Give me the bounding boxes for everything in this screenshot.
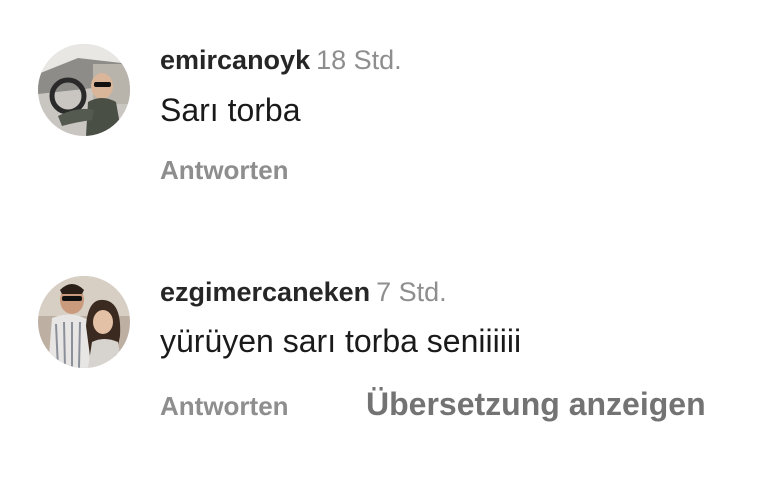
- comment-text: yürüyen sarı torba seniiiiii: [160, 323, 522, 359]
- comment-item: ezgimercaneken 7 Std. yürüyen sarı torba …: [0, 0, 770, 479]
- comment-header: ezgimercaneken 7 Std.: [160, 276, 447, 308]
- username[interactable]: ezgimercaneken: [160, 277, 370, 307]
- avatar[interactable]: [38, 276, 130, 368]
- show-translation-button[interactable]: Übersetzung anzeigen: [366, 386, 706, 422]
- profile-photo-couple-icon: [38, 276, 130, 368]
- reply-button[interactable]: Antworten: [160, 390, 289, 422]
- timestamp: 7 Std.: [376, 277, 447, 307]
